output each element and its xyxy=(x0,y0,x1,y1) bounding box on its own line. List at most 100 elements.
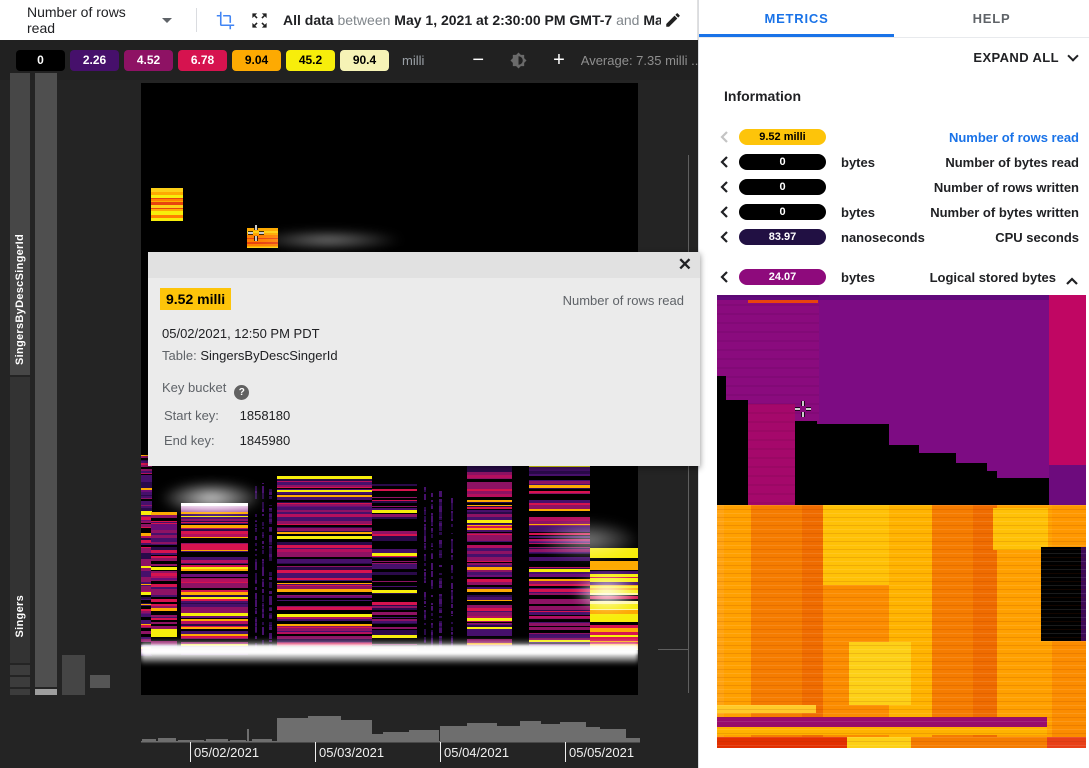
metric-row: 0bytesNumber of bytes written xyxy=(699,200,1089,225)
metric-row: 24.07bytesLogical stored bytes xyxy=(699,265,1089,290)
fullscreen-icon[interactable] xyxy=(249,10,269,30)
expand-all-button[interactable]: EXPAND ALL xyxy=(973,50,1077,65)
tooltip-value-badge: 9.52 milli xyxy=(160,288,231,310)
table-axis-label: SingersByDescSingerId xyxy=(14,234,26,365)
metric-value-badge: 0 xyxy=(739,204,826,220)
key-axis-bar[interactable] xyxy=(35,73,57,687)
brightness-icon[interactable] xyxy=(510,52,527,69)
timeline[interactable]: 05/02/202105/03/202105/04/202105/05/2021 xyxy=(0,695,698,768)
key-bucket-label: Key bucket? xyxy=(162,380,249,400)
chevron-down-icon xyxy=(162,18,172,23)
minimap-crosshair xyxy=(795,401,811,422)
white-hot-band xyxy=(141,645,638,654)
heatmap-column xyxy=(262,483,264,650)
heatmap-column xyxy=(451,498,453,648)
time-range-label: All data between May 1, 2021 at 2:30:00 … xyxy=(283,12,661,28)
metric-prev-chevron-icon[interactable] xyxy=(719,205,730,224)
metric-name[interactable]: Number of rows read xyxy=(949,130,1079,145)
minimap-texture xyxy=(717,295,819,505)
metric-value-badge: 24.07 xyxy=(739,269,826,285)
metric-value-badge: 0 xyxy=(739,154,826,170)
minimap-region xyxy=(987,471,997,505)
heatmap-column xyxy=(277,476,372,655)
metric-list: 9.52 milliNumber of rows read0bytesNumbe… xyxy=(699,125,1089,290)
collapse-icon[interactable] xyxy=(1065,273,1079,291)
minimap-texture xyxy=(717,505,1086,748)
tab-metrics[interactable]: METRICS xyxy=(699,0,894,37)
end-key-label: End key: xyxy=(164,433,236,448)
key-axis-segment[interactable] xyxy=(90,675,110,688)
side-panel: METRICS HELP EXPAND ALL Information 9.52… xyxy=(698,0,1089,768)
heatmap-column xyxy=(431,493,433,648)
metric-prev-chevron-icon[interactable] xyxy=(719,230,730,249)
metric-row: 0bytesNumber of bytes read xyxy=(699,150,1089,175)
legend-swatch: 0 xyxy=(16,50,65,71)
expanded-metric-heatmap[interactable] xyxy=(717,295,1086,748)
close-icon[interactable]: ✕ xyxy=(678,256,692,274)
key-axis-segment[interactable] xyxy=(10,665,30,675)
legend-swatch: 9.04 xyxy=(232,50,281,71)
glow xyxy=(253,231,403,249)
legend-swatch: 6.78 xyxy=(178,50,227,71)
minimap-region xyxy=(1049,295,1086,465)
metric-name[interactable]: Number of bytes read xyxy=(945,155,1079,170)
minimap-region xyxy=(817,424,889,505)
minimap-region xyxy=(889,445,919,505)
minimap-region xyxy=(997,478,1049,505)
heatmap-column xyxy=(181,503,248,655)
tooltip-header xyxy=(148,252,700,278)
heatmap-column xyxy=(269,488,272,650)
key-visualizer-app: Number of rows read All data between May… xyxy=(0,0,1089,768)
toolbar-divider xyxy=(196,8,197,32)
average-label: Average: 7.35 milli ... xyxy=(581,53,698,68)
range-and: and xyxy=(616,12,639,28)
metric-name[interactable]: Number of rows written xyxy=(934,180,1079,195)
metric-prev-chevron-icon[interactable] xyxy=(719,130,730,149)
timeline-date-label: 05/05/2021 xyxy=(569,745,634,760)
legend-swatch: 4.52 xyxy=(124,50,173,71)
metric-prev-chevron-icon[interactable] xyxy=(719,270,730,289)
section-title: Information xyxy=(724,88,801,104)
heatmap-column xyxy=(372,476,417,655)
key-axis-segment[interactable] xyxy=(10,677,30,687)
timeline-tick xyxy=(315,742,316,762)
table-axis-bar[interactable]: Singers xyxy=(10,377,30,663)
start-key-label: Start key: xyxy=(164,408,236,423)
zoom-out-button[interactable]: − xyxy=(472,50,484,70)
metric-name[interactable]: CPU seconds xyxy=(995,230,1079,245)
metric-value-badge: 0 xyxy=(739,179,826,195)
metric-prev-chevron-icon[interactable] xyxy=(719,180,730,199)
metric-name[interactable]: Logical stored bytes xyxy=(930,270,1056,285)
metric-row: 9.52 milliNumber of rows read xyxy=(699,125,1089,150)
range-between: between xyxy=(337,12,390,28)
key-bucket-text: Key bucket xyxy=(162,380,226,395)
tab-help[interactable]: HELP xyxy=(894,0,1089,37)
range-prefix: All data xyxy=(283,12,334,28)
zoom-in-button[interactable]: + xyxy=(553,50,565,70)
table-label: Table: xyxy=(162,348,197,363)
help-icon[interactable]: ? xyxy=(234,385,249,400)
heatmap-column xyxy=(151,188,183,221)
legend-unit: milli xyxy=(402,53,424,68)
range-end: May 5, 2 xyxy=(643,12,661,28)
tooltip: ✕ 9.52 milli Number of rows read 05/02/2… xyxy=(148,252,700,466)
table-value: SingersByDescSingerId xyxy=(200,348,337,363)
end-key-row: End key: 1845980 xyxy=(164,433,290,448)
timeline-date-label: 05/04/2021 xyxy=(444,745,509,760)
metric-prev-chevron-icon[interactable] xyxy=(719,155,730,174)
table-axis-label: Singers xyxy=(14,595,26,637)
chevron-down-icon xyxy=(1067,50,1078,61)
table-axis-bar[interactable]: SingersByDescSingerId xyxy=(10,73,30,375)
metric-dropdown[interactable]: Number of rows read xyxy=(0,4,172,36)
timeline-tick xyxy=(190,742,191,762)
scroll-bracket xyxy=(658,649,688,650)
legend-swatch: 45.2 xyxy=(286,50,335,71)
legend-swatch: 90.4 xyxy=(340,50,389,71)
metric-name[interactable]: Number of bytes written xyxy=(930,205,1079,220)
column-cap xyxy=(277,476,372,479)
crop-icon[interactable] xyxy=(215,10,235,30)
minimap-region xyxy=(1049,465,1086,505)
edit-icon[interactable] xyxy=(663,10,683,30)
glow xyxy=(536,520,638,560)
timeline-date-label: 05/03/2021 xyxy=(319,745,384,760)
